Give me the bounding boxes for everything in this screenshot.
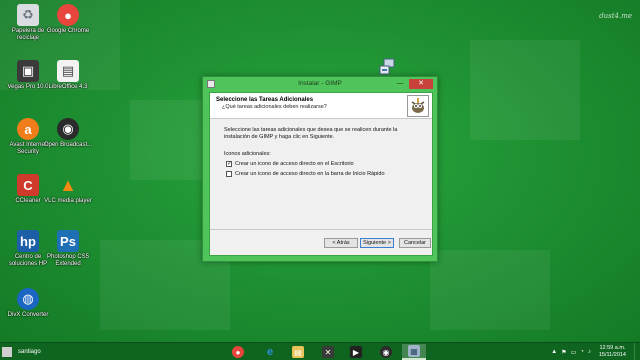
gimp-logo xyxy=(407,95,429,117)
dialog-client: Seleccione las Tareas Adicionales ¿Qué t… xyxy=(209,92,433,256)
obs-icon: ◉ xyxy=(380,346,392,358)
wizard-header-subtitle: ¿Qué tareas adicionales deben realizarse… xyxy=(222,104,327,110)
desktop-icon-vlc[interactable]: ▲ VLC media player xyxy=(40,174,96,205)
desktop-icon-label: DivX Converter xyxy=(7,312,49,318)
divx-icon: ◍ xyxy=(17,288,39,310)
taskbar-app-installer[interactable]: ▦ xyxy=(402,344,426,360)
background-tile xyxy=(430,250,550,330)
recycle-bin-icon: ♻ xyxy=(17,4,39,26)
installer-icon xyxy=(379,58,395,75)
media-icon: ▶ xyxy=(350,346,362,358)
system-tray: ▲ ⚑ ▭ ◔ ♪ 12:59 a.m. 15/11/2014 xyxy=(549,345,626,359)
taskbar-app-obs[interactable]: ◉ xyxy=(374,344,398,360)
button-divider xyxy=(210,229,432,230)
app-icon xyxy=(207,80,215,88)
taskbar-app-file-explorer[interactable]: ▤ xyxy=(286,344,310,360)
dialog-titlebar[interactable]: Instalar - GIMP — ✕ xyxy=(203,77,437,91)
avast-icon: a xyxy=(17,118,39,140)
user-avatar-icon xyxy=(2,347,12,357)
clock-date: 15/11/2014 xyxy=(598,352,626,358)
desktop-icon-label: VLC media player xyxy=(44,198,92,204)
background-tile xyxy=(470,40,580,140)
hp-icon: hp xyxy=(17,230,39,252)
installer-dialog: Instalar - GIMP — ✕ Seleccione las Tarea… xyxy=(202,76,438,262)
flag-icon[interactable]: ⚑ xyxy=(561,349,566,356)
user-name: santiago xyxy=(18,349,41,355)
desktop-icon-obs[interactable]: ◉ Open Broadcast... xyxy=(40,118,96,149)
chrome-icon: ● xyxy=(232,346,244,358)
checkbox-desktop-shortcut[interactable]: ✓ xyxy=(226,161,232,167)
installer-desktop-icon[interactable] xyxy=(378,58,396,76)
checkbox-quicklaunch-shortcut[interactable] xyxy=(226,171,232,177)
file-explorer-icon: ▤ xyxy=(292,346,304,358)
clock-time: 12:59 a.m. xyxy=(599,345,626,351)
close-button[interactable]: ✕ xyxy=(409,79,433,89)
wizard-description: Seleccione las tareas adicionales que de… xyxy=(224,127,398,140)
cancel-button[interactable]: Cancelar xyxy=(399,238,431,248)
wizard-header-title: Seleccione las Tareas Adicionales xyxy=(216,97,314,103)
option-quicklaunch-shortcut[interactable]: Crear un icono de acceso directo en la b… xyxy=(226,171,418,177)
vegas-icon: ✕ xyxy=(322,346,334,358)
desktop: dust4.me ♻ Papelera de reciclaje ● Googl… xyxy=(0,0,640,342)
taskbar: santiago ● e ▤ ✕ ▶ ◉ ▦ ▲ ⚑ ▭ ◔ ♪ 12:59 a… xyxy=(0,342,640,360)
option-desktop-shortcut[interactable]: ✓ Crear un icono de acceso directo en el… xyxy=(226,161,418,167)
desktop-icon-label: Open Broadcast... xyxy=(43,142,93,148)
network-icon[interactable]: ◔ xyxy=(580,349,584,355)
desktop-icon-chrome[interactable]: ● Google Chrome xyxy=(40,4,96,35)
option-label: Crear un icono de acceso directo en el E… xyxy=(235,161,354,167)
desktop-icon-photoshop[interactable]: Ps Photoshop CS5 Extended xyxy=(40,230,96,268)
chrome-icon: ● xyxy=(57,4,79,26)
taskbar-app-media[interactable]: ▶ xyxy=(344,344,368,360)
watermark: dust4.me xyxy=(599,12,632,20)
volume-icon[interactable]: ♪ xyxy=(588,349,591,355)
battery-icon[interactable]: ▭ xyxy=(571,349,577,356)
minimize-button[interactable]: — xyxy=(393,79,407,89)
show-hidden-icons-icon[interactable]: ▲ xyxy=(551,349,557,355)
vegas-icon: ▣ xyxy=(17,60,39,82)
desktop-icon-libreoffice[interactable]: ▤ LibreOffice 4.3 xyxy=(40,60,96,91)
photoshop-icon: Ps xyxy=(57,230,79,252)
desktop-icon-label: Google Chrome xyxy=(46,28,90,34)
back-button[interactable]: < Atrás xyxy=(324,238,358,248)
show-desktop-button[interactable] xyxy=(634,343,640,360)
option-label: Crear un icono de acceso directo en la b… xyxy=(235,171,385,177)
section-label: Iconos adicionales: xyxy=(224,151,271,157)
taskbar-app-internet-explorer[interactable]: e xyxy=(258,344,282,360)
desktop-icon-label: Photoshop CS5 Extended xyxy=(46,254,90,267)
internet-explorer-icon: e xyxy=(266,346,274,358)
obs-icon: ◉ xyxy=(57,118,79,140)
desktop-icon-label: LibreOffice 4.3 xyxy=(48,84,88,90)
taskbar-app-chrome[interactable]: ● xyxy=(226,344,250,360)
dialog-title: Instalar - GIMP xyxy=(298,80,342,87)
wizard-body: Seleccione las tareas adicionales que de… xyxy=(210,119,432,177)
taskbar-user[interactable]: santiago xyxy=(2,347,41,357)
installer-icon: ▦ xyxy=(408,345,420,357)
libreoffice-icon: ▤ xyxy=(57,60,79,82)
desktop-icon-divx[interactable]: ◍ DivX Converter xyxy=(0,288,56,319)
clock[interactable]: 12:59 a.m. 15/11/2014 xyxy=(599,345,626,359)
taskbar-app-vegas[interactable]: ✕ xyxy=(316,344,340,360)
next-button[interactable]: Siguiente > xyxy=(360,238,394,248)
ccleaner-icon: C xyxy=(17,174,39,196)
vlc-icon: ▲ xyxy=(59,174,77,195)
wizard-header: Seleccione las Tareas Adicionales ¿Qué t… xyxy=(210,93,432,119)
gimp-wilber-icon xyxy=(411,98,425,113)
